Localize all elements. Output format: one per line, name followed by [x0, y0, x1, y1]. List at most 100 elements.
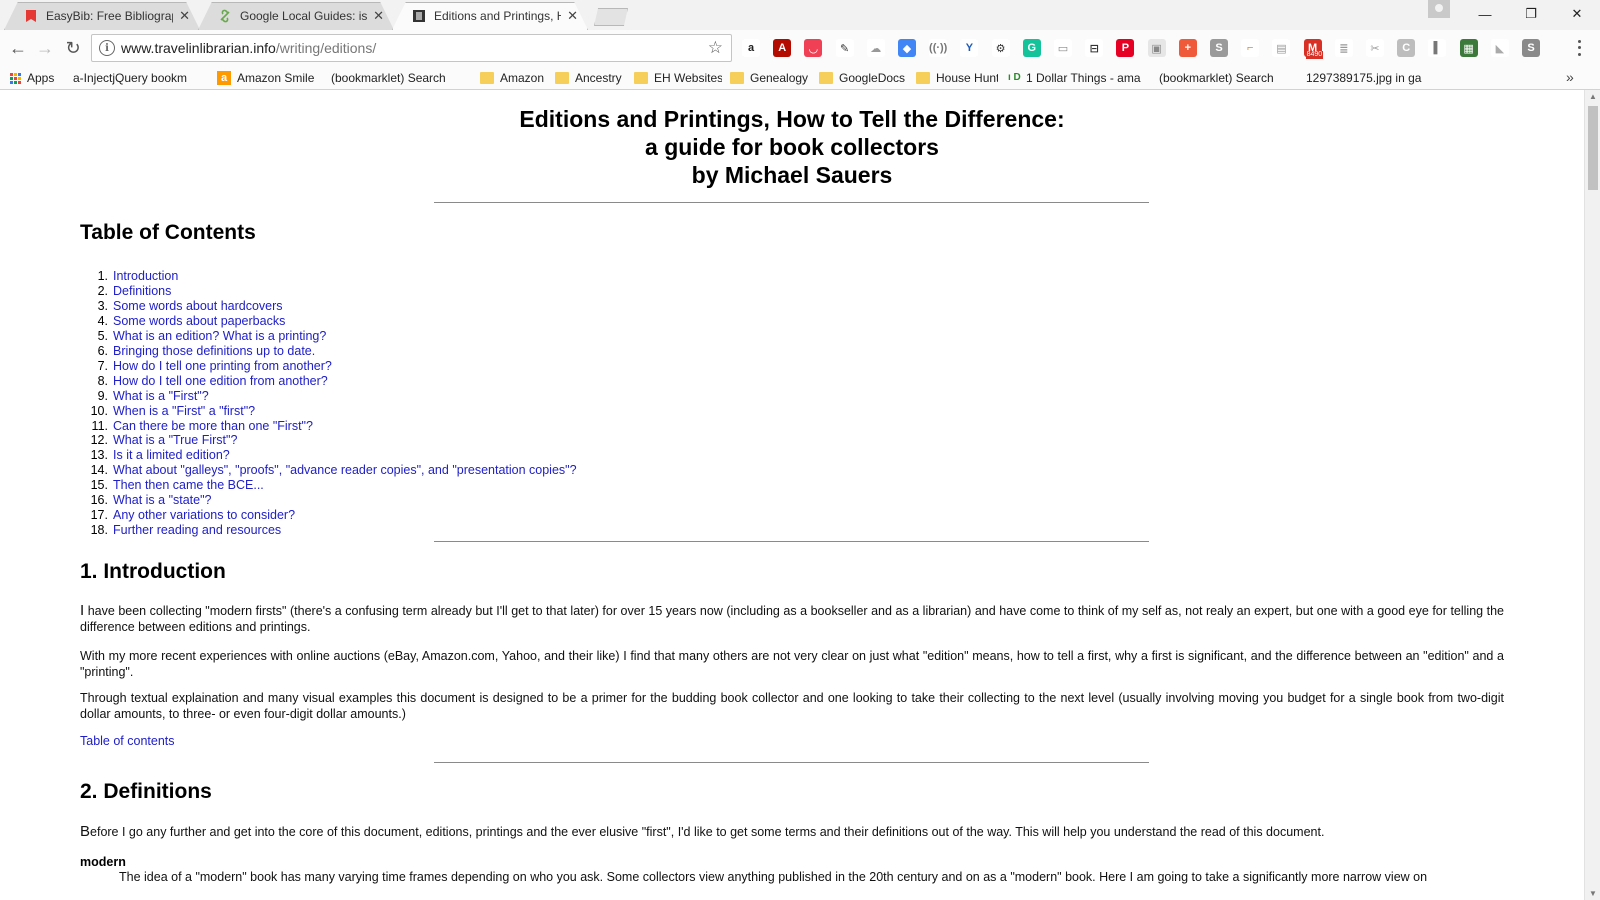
toc-number: 18.	[90, 523, 108, 538]
toc-number: 6.	[97, 343, 108, 358]
x-tool-icon[interactable]: ✂	[1366, 39, 1384, 57]
tab-editions-printings[interactable]: Editions and Printings, H ✕	[392, 2, 588, 30]
hammer-icon[interactable]: ⌐	[1241, 39, 1260, 57]
url-host: www.travelinlibrarian.info	[121, 40, 276, 56]
toc-link[interactable]: How do I tell one edition from another?	[113, 374, 328, 389]
vertical-scrollbar[interactable]: ▲ ▼	[1584, 90, 1600, 900]
toc-number: 8.	[97, 373, 108, 388]
toc-link[interactable]: What is an edition? What is a printing?	[113, 329, 326, 344]
google-drive-icon[interactable]: ◆	[898, 39, 916, 57]
toc-link[interactable]: When is a "First" a "first"?	[113, 404, 255, 419]
toc-link[interactable]: How do I tell one printing from another?	[113, 359, 332, 374]
toc-item: 18. Further reading and resources	[80, 523, 577, 538]
bookmark-item[interactable]: a Amazon Smile	[217, 69, 325, 87]
section-heading-definitions: 2. Definitions	[80, 780, 212, 803]
tab-close-icon[interactable]: ✕	[567, 8, 578, 24]
s-icon[interactable]: S	[1210, 39, 1228, 57]
card-icon[interactable]: ▭	[1054, 39, 1072, 57]
toc-link[interactable]: What is a "state"?	[113, 493, 212, 508]
back-button[interactable]: ←	[6, 36, 30, 60]
scroll-down-icon[interactable]: ▼	[1589, 889, 1597, 898]
paragraph-text: efore I go any further and get into the …	[90, 825, 1325, 839]
toc-number: 14.	[90, 463, 108, 478]
divider	[434, 202, 1149, 203]
pocket-icon[interactable]: ◡	[804, 39, 823, 57]
toc-number: 5.	[97, 328, 108, 343]
profile-avatar-icon[interactable]	[1428, 0, 1450, 18]
tab-easybib[interactable]: EasyBib: Free Bibliograph ✕	[4, 2, 200, 30]
car-icon[interactable]: ⊟	[1085, 39, 1104, 57]
toc-link[interactable]: Some words about hardcovers	[113, 299, 283, 314]
bookmark-item[interactable]: EH Websites	[634, 69, 722, 87]
y-icon[interactable]: Y	[960, 39, 979, 57]
doc-icon[interactable]: ≣	[1334, 39, 1353, 57]
intro-paragraph: Through textual explaination and many vi…	[80, 691, 1504, 721]
scroll-up-icon[interactable]: ▲	[1589, 92, 1597, 101]
bookmark-item[interactable]: (bookmarklet) Search	[1159, 69, 1291, 87]
toc-item: 13. Is it a limited edition?	[80, 448, 577, 463]
tab-close-icon[interactable]: ✕	[373, 8, 384, 24]
bookmark-item[interactable]: 1297389175.jpg in ga	[1306, 69, 1442, 87]
bookmark-item[interactable]: House Hunt	[916, 69, 998, 87]
plus-icon[interactable]: +	[1178, 39, 1197, 57]
reader-icon[interactable]: ▤	[1272, 39, 1291, 57]
bookmark-item[interactable]: a-InjectjQuery bookm	[73, 69, 211, 87]
scrollbar-thumb[interactable]	[1588, 106, 1598, 190]
toc-link[interactable]: Some words about paperbacks	[113, 314, 285, 329]
bookmark-item[interactable]: Apps	[10, 69, 60, 87]
reload-button[interactable]: ↻	[61, 36, 85, 60]
panel-icon[interactable]: ▌	[1428, 39, 1447, 57]
new-tab-button[interactable]	[594, 8, 628, 26]
bookmark-item[interactable]: Amazon	[480, 69, 546, 87]
bookmark-star-icon[interactable]: ☆	[708, 38, 723, 58]
broadcast-icon[interactable]: ((·))	[929, 39, 947, 57]
bookmark-item[interactable]: Genealogy	[730, 69, 810, 87]
restore-button[interactable]: ❐	[1508, 0, 1554, 28]
link-icon	[220, 9, 230, 23]
toc-link[interactable]: What about "galleys", "proofs", "advance…	[113, 463, 577, 478]
toc-link[interactable]: Can there be more than one "First"?	[113, 419, 313, 434]
close-window-button[interactable]: ✕	[1554, 0, 1600, 28]
amazon-icon[interactable]: a	[742, 39, 760, 57]
toc-link[interactable]: Definitions	[113, 284, 171, 299]
toc-link[interactable]: Bringing those definitions up to date.	[113, 344, 315, 359]
url-path: /writing/editions/	[275, 40, 377, 56]
toc-link[interactable]: Further reading and resources	[113, 523, 281, 538]
pinterest-icon[interactable]: P	[1116, 39, 1135, 57]
toc-link[interactable]: Any other variations to consider?	[113, 508, 295, 523]
term-definition: The idea of a "modern" book has many var…	[119, 870, 1428, 884]
toc-link[interactable]: What is a "True First"?	[113, 433, 237, 448]
page-icon[interactable]: ▣	[1147, 39, 1166, 57]
gear-icon[interactable]: ⚙	[991, 39, 1010, 57]
bookmark-item[interactable]: Ancestry	[555, 69, 625, 87]
toc-link[interactable]: What is a "First"?	[113, 389, 209, 404]
s-gray-icon[interactable]: S	[1522, 39, 1540, 57]
toc-item: 1. Introduction	[80, 269, 577, 284]
image-icon[interactable]: ▦	[1459, 39, 1478, 57]
acrobat-icon[interactable]: A	[773, 39, 792, 57]
toc-item: 7. How do I tell one printing from anothe…	[80, 359, 577, 374]
bookmarks-overflow-icon[interactable]: »	[1566, 69, 1574, 85]
browser-menu-icon[interactable]	[1574, 38, 1584, 58]
toc-link[interactable]: Is it a limited edition?	[113, 448, 230, 463]
toc-link[interactable]: Then then came the BCE...	[113, 478, 264, 493]
tab-close-icon[interactable]: ✕	[179, 8, 190, 24]
bookmark-item[interactable]: (bookmarklet) Search	[331, 69, 473, 87]
bookmark-item[interactable]: GoogleDocs	[819, 69, 907, 87]
toc-link[interactable]: Introduction	[113, 269, 178, 284]
site-info-icon[interactable]: i	[99, 40, 115, 56]
tag-icon[interactable]: ◣	[1490, 39, 1509, 57]
grammarly-icon[interactable]: G	[1022, 39, 1041, 57]
address-bar[interactable]: i www.travelinlibrarian.info/writing/edi…	[91, 34, 732, 62]
forward-button[interactable]: →	[33, 36, 57, 60]
toc-item: 6. Bringing those definitions up to date.	[80, 344, 577, 359]
toc-number: 3.	[97, 298, 108, 313]
tab-google-local-guides[interactable]: Google Local Guides: is t ✕	[198, 2, 394, 30]
bookmark-item[interactable]: ı D 1 Dollar Things - ama	[1008, 69, 1150, 87]
toc-link[interactable]: Table of contents	[80, 734, 175, 748]
toc-item: 9. What is a "First"?	[80, 389, 577, 404]
eyedropper-icon[interactable]: ✎	[835, 39, 854, 57]
minimize-button[interactable]: —	[1462, 0, 1508, 28]
c-icon[interactable]: C	[1397, 39, 1416, 57]
cloud-icon[interactable]: ☁	[866, 39, 885, 57]
